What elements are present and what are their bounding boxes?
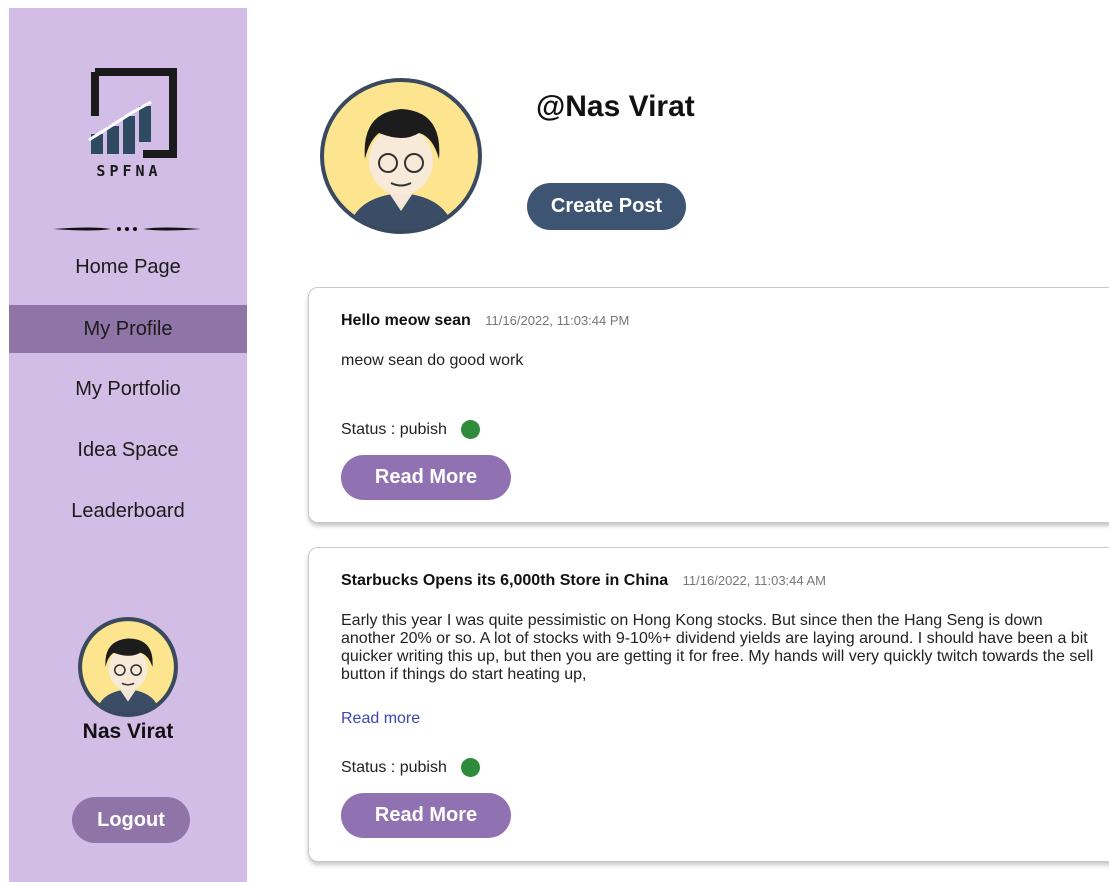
spfna-logo[interactable]: SPFNA [81,64,177,184]
status-label: Status : pubish [341,420,447,438]
logout-button[interactable]: Logout [72,797,190,843]
sidebar-item-my-portfolio[interactable]: My Portfolio [9,365,247,413]
post-header: Hello meow sean 11/16/2022, 11:03:44 PM [341,312,629,330]
profile-handle: @Nas Virat [536,90,695,123]
sidebar-item-leaderboard[interactable]: Leaderboard [9,487,247,535]
post-body: Early this year I was quite pessimistic … [341,612,1094,683]
post-status: Status : pubish [341,758,480,777]
profile-avatar [320,78,482,234]
sidebar-item-idea-space[interactable]: Idea Space [9,426,247,474]
create-post-button[interactable]: Create Post [527,183,686,230]
post-title: Hello meow sean [341,312,471,329]
ornament-divider [53,227,201,231]
logo-text: SPFNA [96,162,162,180]
sidebar-item-my-profile[interactable]: My Profile [9,305,247,353]
status-dot-icon [460,420,480,439]
logo-chart-icon [88,68,177,158]
post-title: Starbucks Opens its 6,000th Store in Chi… [341,572,669,589]
status-label: Status : pubish [341,758,447,776]
post-header: Starbucks Opens its 6,000th Store in Chi… [341,572,826,590]
post-date: 11/16/2022, 11:03:44 AM [682,573,827,588]
avatar [78,617,178,717]
status-dot-icon [460,758,480,777]
sidebar-user-name: Nas Virat [82,720,174,743]
post-card: Hello meow sean 11/16/2022, 11:03:44 PM … [308,287,1109,523]
read-more-link[interactable]: Read more [341,710,420,728]
post-body: meow sean do good work [341,352,524,369]
sidebar-item-home-page[interactable]: Home Page [9,243,247,291]
post-date: 11/16/2022, 11:03:44 PM [485,313,630,328]
post-status: Status : pubish [341,420,480,439]
read-more-button[interactable]: Read More [341,455,511,500]
read-more-button[interactable]: Read More [341,793,511,838]
sidebar: SPFNA Home Page My Profile My Portfolio … [9,8,247,882]
post-card: Starbucks Opens its 6,000th Store in Chi… [308,547,1109,862]
